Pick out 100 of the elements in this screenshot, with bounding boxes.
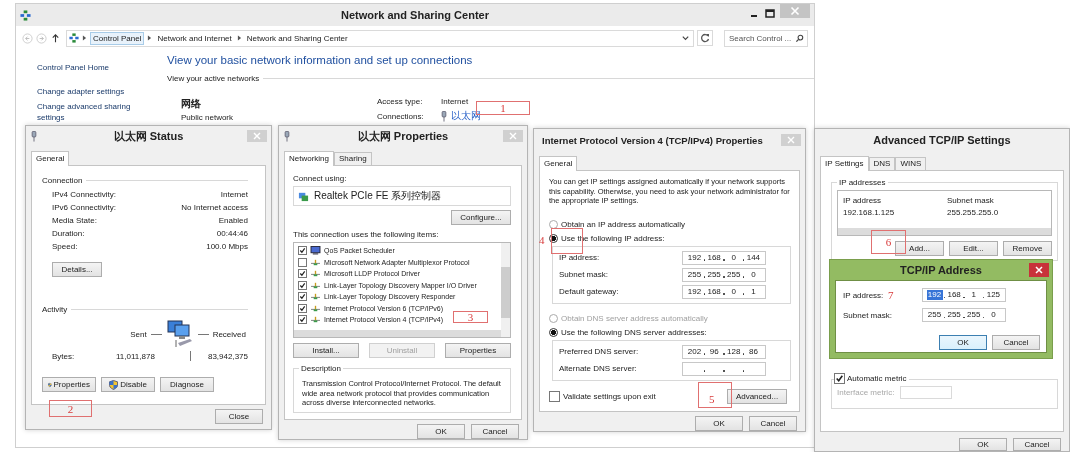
field-label: Subnet mask: xyxy=(843,310,892,320)
radio-label[interactable]: Obtain an IP address automatically xyxy=(561,220,685,229)
ip-octet-field[interactable]: 168 xyxy=(946,290,963,300)
tab[interactable]: Networking xyxy=(284,151,334,166)
checkbox[interactable] xyxy=(834,373,845,384)
protocol-icon xyxy=(310,280,321,290)
cancel-button[interactable]: Cancel xyxy=(1013,438,1061,451)
checkbox[interactable] xyxy=(298,257,307,267)
vertical-scrollbar[interactable] xyxy=(501,243,510,337)
radio-button[interactable] xyxy=(549,328,558,337)
annotation-number: 4 xyxy=(539,234,545,246)
action-button[interactable]: Diagnose xyxy=(160,377,214,392)
ip-octet-field[interactable]: 0 xyxy=(985,310,1002,320)
checkbox[interactable] xyxy=(298,315,307,325)
horizontal-scrollbar[interactable] xyxy=(838,228,1051,235)
up-arrow-icon[interactable] xyxy=(50,32,61,44)
refresh-icon[interactable] xyxy=(697,30,713,46)
group-heading: Connection xyxy=(42,176,83,185)
chevron-icon[interactable] xyxy=(236,34,242,42)
sidebar-link[interactable]: Change advanced sharing settings xyxy=(37,101,137,123)
tab[interactable]: WINS xyxy=(895,157,927,170)
network-icon xyxy=(20,9,31,21)
tab[interactable]: General xyxy=(31,151,70,166)
advanced-button[interactable]: Advanced... xyxy=(727,388,787,404)
section-label: View your active networks xyxy=(167,74,260,83)
annotation-marker: 6 xyxy=(871,230,906,254)
ip-octet-field[interactable]: 192 xyxy=(926,290,943,300)
tab[interactable]: Sharing xyxy=(334,152,372,165)
checkbox-label[interactable]: Validate settings upon exit xyxy=(563,391,656,401)
field-label: Interface metric: xyxy=(837,388,895,397)
action-button[interactable]: Properties xyxy=(445,343,511,358)
action-button[interactable]: Edit... xyxy=(949,241,998,256)
page-heading: View your basic network information and set up connections xyxy=(167,54,474,66)
ip-octet-field[interactable]: 255 xyxy=(946,310,963,320)
table-cell[interactable]: 255.255.255.0 xyxy=(947,207,1051,217)
field-value: 11,011,878 xyxy=(116,351,156,361)
cancel-button[interactable]: Cancel xyxy=(471,424,519,439)
checkbox[interactable] xyxy=(298,303,307,313)
address-bar[interactable]: Control Panel Network and Internet Network and Sharing Center xyxy=(66,29,694,47)
chevron-icon[interactable] xyxy=(82,34,87,42)
action-button[interactable]: Install... xyxy=(293,343,359,358)
protocol-icon xyxy=(310,315,321,325)
ok-button[interactable]: OK xyxy=(959,438,1007,451)
table-cell[interactable]: 192.168.1.125 xyxy=(843,207,947,217)
ip-address-field[interactable] xyxy=(682,361,766,376)
ip-address-field[interactable]: 202 96 128 86 xyxy=(682,344,766,359)
field-label: IPv4 Connectivity: xyxy=(52,190,117,199)
close-icon[interactable] xyxy=(1029,263,1049,277)
ip-octet-field[interactable]: 255 xyxy=(926,310,943,320)
chevron-icon[interactable] xyxy=(147,34,153,42)
tab[interactable]: DNS xyxy=(868,157,896,170)
search-field[interactable]: Search Control ... xyxy=(724,29,808,47)
ip-address-field[interactable]: 255 255 255 0 xyxy=(922,308,1006,322)
ip-address-field[interactable]: 192 168 0 144 xyxy=(682,250,766,265)
action-button[interactable]: Disable xyxy=(101,377,155,392)
breadcrumb-item[interactable]: Control Panel xyxy=(90,31,145,45)
cancel-button[interactable]: Cancel xyxy=(992,335,1040,350)
ip-address-field[interactable]: 192 168 0 1 xyxy=(682,284,766,299)
checkbox[interactable] xyxy=(298,269,307,279)
radio-label[interactable]: Use the following DNS server addresses: xyxy=(561,328,707,337)
ip-address-field[interactable]: 192 168 1 125 xyxy=(922,288,1006,302)
details-button[interactable]: Details... xyxy=(52,262,102,277)
sent-label: Sent xyxy=(130,329,147,339)
protocol-icon xyxy=(310,257,321,267)
configure-button[interactable]: Configure... xyxy=(451,210,511,225)
dropdown-icon[interactable] xyxy=(681,33,690,43)
tab[interactable]: General xyxy=(539,156,578,171)
field-value: Internet xyxy=(220,190,248,199)
checkbox[interactable] xyxy=(298,280,307,290)
maximize-icon[interactable] xyxy=(762,8,778,20)
ok-button[interactable]: OK xyxy=(695,416,743,431)
action-button[interactable]: Add... xyxy=(895,241,944,256)
ip-address-field[interactable]: 255 255 255 0 xyxy=(682,267,766,282)
close-button[interactable]: Close xyxy=(215,409,263,424)
ok-button[interactable]: OK xyxy=(417,424,465,439)
tab[interactable]: IP Settings xyxy=(820,156,869,171)
sidebar-link[interactable]: Change adapter settings xyxy=(37,86,137,97)
action-button[interactable]: Remove xyxy=(1003,241,1052,256)
column-header: Subnet mask xyxy=(947,195,995,205)
checkbox[interactable] xyxy=(549,390,560,402)
breadcrumb-item[interactable]: Network and Internet xyxy=(155,32,234,44)
ok-button[interactable]: OK xyxy=(939,335,987,350)
network-adapter-icon xyxy=(298,190,309,202)
ip-octet-field[interactable]: 255 xyxy=(965,310,982,320)
search-icon[interactable] xyxy=(795,33,804,43)
sidebar-link[interactable]: Control Panel Home xyxy=(37,62,137,73)
horizontal-scrollbar[interactable] xyxy=(294,330,501,337)
field-label: IP address: xyxy=(559,253,600,262)
checkbox[interactable] xyxy=(298,292,307,302)
breadcrumb-item[interactable]: Network and Sharing Center xyxy=(244,32,350,44)
action-button[interactable]: Properties xyxy=(42,377,96,392)
radio-button[interactable] xyxy=(549,234,558,243)
field-label: IP address: xyxy=(843,290,884,300)
protocol-icon xyxy=(310,292,321,302)
radio-button[interactable] xyxy=(549,220,558,229)
ip-octet-field[interactable]: 1 xyxy=(965,290,982,300)
checkbox[interactable] xyxy=(298,246,307,256)
ip-octet-field[interactable]: 125 xyxy=(985,290,1002,300)
cancel-button[interactable]: Cancel xyxy=(749,416,797,431)
column-header: IP address xyxy=(843,195,883,205)
